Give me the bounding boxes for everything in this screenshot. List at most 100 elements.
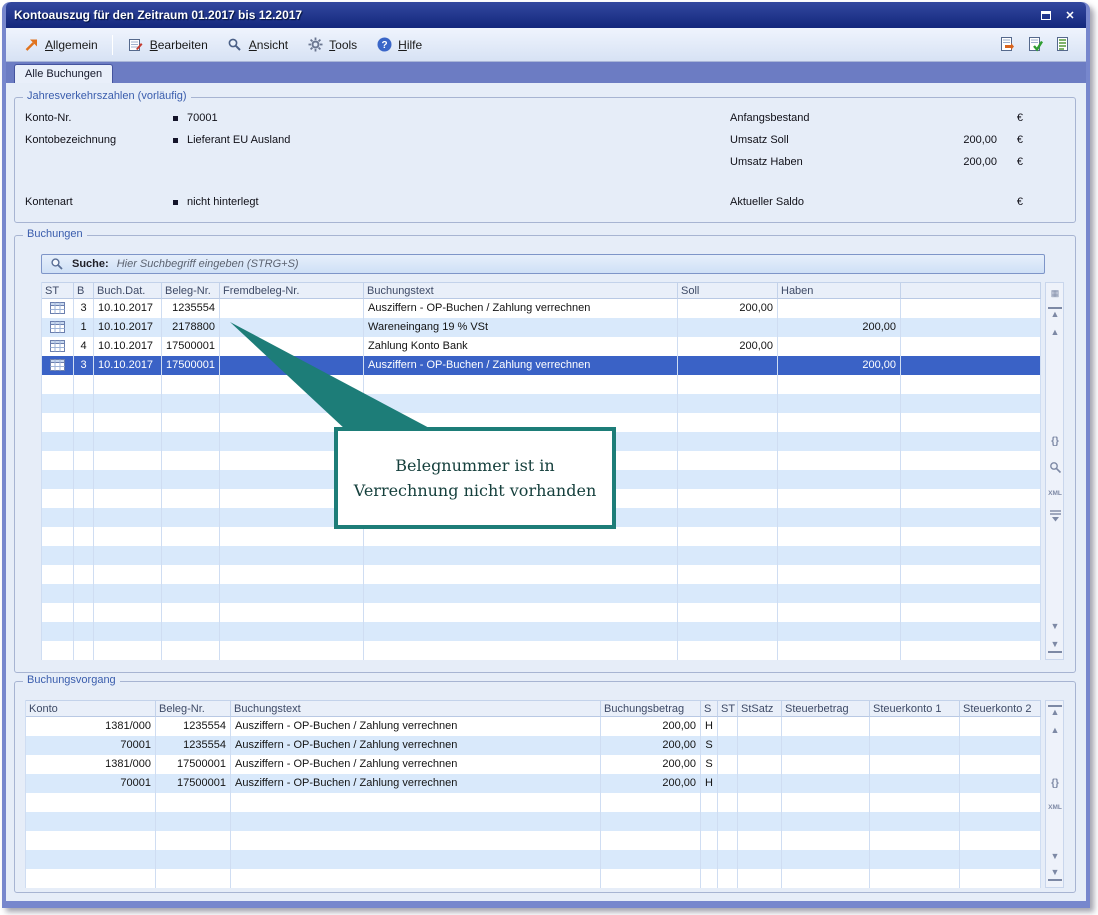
document-list-icon[interactable] bbox=[1054, 36, 1072, 54]
empty-cell bbox=[901, 451, 1041, 470]
tab-alle-buchungen[interactable]: Alle Buchungen bbox=[14, 64, 113, 83]
empty-cell bbox=[601, 793, 701, 812]
table-row[interactable]: 1381/00017500001Ausziffern - OP-Buchen /… bbox=[26, 755, 1041, 774]
empty-cell bbox=[678, 508, 778, 527]
column-header[interactable]: Buchungstext bbox=[364, 282, 678, 299]
empty-cell bbox=[678, 394, 778, 413]
empty-cell bbox=[778, 489, 901, 508]
empty-cell bbox=[220, 394, 364, 413]
scroll-down-icon[interactable]: ▼ bbox=[1048, 849, 1062, 863]
cell-x bbox=[901, 356, 1041, 375]
cell-date: 10.10.2017 bbox=[94, 356, 162, 375]
empty-cell bbox=[701, 831, 718, 850]
column-header[interactable]: Buchungstext bbox=[231, 700, 601, 717]
cell-x bbox=[901, 318, 1041, 337]
empty-cell bbox=[42, 508, 74, 527]
column-header[interactable]: Steuerkonto 2 bbox=[960, 700, 1041, 717]
cell-betrag: 200,00 bbox=[601, 774, 701, 793]
empty-cell bbox=[162, 546, 220, 565]
arrow-up-right-icon bbox=[22, 36, 40, 54]
empty-cell bbox=[364, 565, 678, 584]
column-header[interactable] bbox=[901, 282, 1041, 299]
empty-cell bbox=[364, 641, 678, 660]
column-header[interactable]: Steuerbetrag bbox=[782, 700, 870, 717]
column-header[interactable]: Buchungsbetrag bbox=[601, 700, 701, 717]
column-header[interactable]: StSatz bbox=[738, 700, 782, 717]
menu-allgemein[interactable]: Allgemein bbox=[14, 32, 106, 58]
cell-x bbox=[901, 299, 1041, 318]
scroll-up-icon[interactable]: ▲ bbox=[1048, 723, 1062, 737]
empty-cell bbox=[220, 584, 364, 603]
table-row[interactable]: 310.10.201717500001Ausziffern - OP-Buche… bbox=[42, 356, 1041, 375]
empty-cell bbox=[901, 413, 1041, 432]
braces-icon[interactable]: {} bbox=[1048, 435, 1062, 449]
scroll-bottom-icon[interactable]: ▼ bbox=[1048, 639, 1062, 653]
menu-hilfe[interactable]: ? Hilfe bbox=[367, 32, 430, 58]
empty-cell bbox=[701, 850, 718, 869]
cell-s: S bbox=[701, 736, 718, 755]
column-header[interactable]: Konto bbox=[26, 700, 156, 717]
menu-label: Ansicht bbox=[249, 38, 288, 52]
field-label: Umsatz Soll bbox=[730, 134, 789, 146]
field-row: Kontenart nicht hinterlegt Aktueller Sal… bbox=[15, 196, 1075, 212]
column-header[interactable]: S bbox=[701, 700, 718, 717]
empty-cell bbox=[220, 622, 364, 641]
column-header[interactable]: ST bbox=[718, 700, 738, 717]
empty-cell bbox=[94, 622, 162, 641]
search-input[interactable]: Suche: Hier Suchbegriff eingeben (STRG+S… bbox=[41, 254, 1045, 274]
maximize-button[interactable] bbox=[1038, 8, 1054, 22]
cell-b: 3 bbox=[74, 299, 94, 318]
table-row[interactable]: 1381/0001235554Ausziffern - OP-Buchen / … bbox=[26, 717, 1041, 736]
column-header[interactable]: B bbox=[74, 282, 94, 299]
xml-icon[interactable]: XML bbox=[1048, 487, 1062, 501]
menu-bearbeiten[interactable]: Bearbeiten bbox=[119, 32, 216, 58]
empty-cell bbox=[74, 375, 94, 394]
cell-beleg: 17500001 bbox=[156, 755, 231, 774]
scroll-top-icon[interactable]: ▲ bbox=[1048, 307, 1062, 321]
table-row[interactable]: 110.10.20172178800Wareneingang 19 % VSt2… bbox=[42, 318, 1041, 337]
column-header[interactable]: Steuerkonto 1 bbox=[870, 700, 960, 717]
table-row[interactable]: 7000117500001Ausziffern - OP-Buchen / Za… bbox=[26, 774, 1041, 793]
table-row[interactable]: 700011235554Ausziffern - OP-Buchen / Zah… bbox=[26, 736, 1041, 755]
empty-cell bbox=[870, 869, 960, 888]
empty-cell bbox=[701, 869, 718, 888]
table-row[interactable]: 410.10.201717500001Zahlung Konto Bank200… bbox=[42, 337, 1041, 356]
empty-cell bbox=[782, 831, 870, 850]
empty-cell bbox=[162, 375, 220, 394]
empty-cell bbox=[220, 603, 364, 622]
column-header[interactable]: Beleg-Nr. bbox=[156, 700, 231, 717]
scroll-down-icon[interactable]: ▼ bbox=[1048, 619, 1062, 633]
empty-cell bbox=[94, 394, 162, 413]
cell-stsatz bbox=[738, 717, 782, 736]
menu-label: Hilfe bbox=[398, 38, 422, 52]
verified-document-icon[interactable] bbox=[1026, 36, 1044, 54]
bookings-side-toolbar: ▦ ▲ ▲ {} XML ▼ ▼ bbox=[1045, 282, 1064, 660]
zoom-icon[interactable] bbox=[1048, 461, 1062, 475]
column-header[interactable]: ST bbox=[42, 282, 74, 299]
empty-cell bbox=[678, 584, 778, 603]
column-header[interactable]: Haben bbox=[778, 282, 901, 299]
braces-icon[interactable]: {} bbox=[1048, 777, 1062, 791]
menu-tools[interactable]: Tools bbox=[298, 32, 365, 58]
column-header[interactable]: Fremdbeleg-Nr. bbox=[220, 282, 364, 299]
field-value: 70001 bbox=[187, 112, 218, 124]
table-row[interactable]: 310.10.20171235554Ausziffern - OP-Buchen… bbox=[42, 299, 1041, 318]
menu-ansicht[interactable]: Ansicht bbox=[218, 32, 296, 58]
export-document-icon[interactable] bbox=[998, 36, 1016, 54]
column-header[interactable]: Beleg-Nr. bbox=[162, 282, 220, 299]
filter-icon[interactable] bbox=[1048, 509, 1062, 523]
empty-cell bbox=[94, 432, 162, 451]
empty-cell bbox=[901, 375, 1041, 394]
column-chooser-icon[interactable]: ▦ bbox=[1048, 286, 1062, 300]
column-header[interactable]: Soll bbox=[678, 282, 778, 299]
scroll-top-icon[interactable]: ▲ bbox=[1048, 705, 1062, 719]
scroll-up-icon[interactable]: ▲ bbox=[1048, 325, 1062, 339]
close-button[interactable]: ✕ bbox=[1062, 8, 1078, 22]
xml-icon[interactable]: XML bbox=[1048, 801, 1062, 815]
empty-row bbox=[42, 641, 1041, 660]
empty-cell bbox=[156, 831, 231, 850]
cell-b: 1 bbox=[74, 318, 94, 337]
empty-cell bbox=[231, 831, 601, 850]
column-header[interactable]: Buch.Dat. bbox=[94, 282, 162, 299]
scroll-bottom-icon[interactable]: ▼ bbox=[1048, 867, 1062, 881]
